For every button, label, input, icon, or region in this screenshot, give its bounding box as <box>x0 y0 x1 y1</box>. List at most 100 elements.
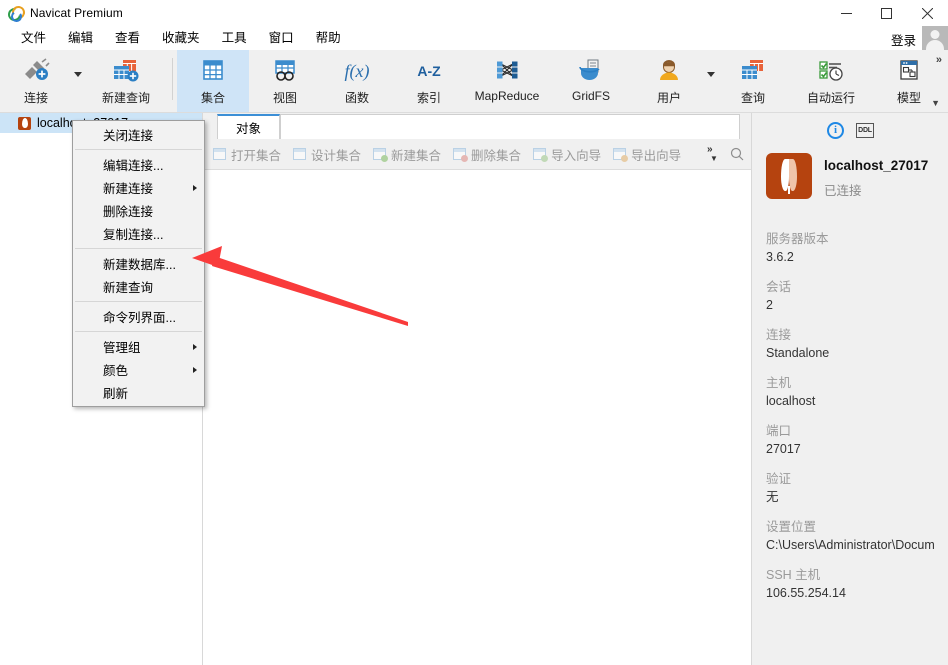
submenu-arrow-icon <box>193 367 197 373</box>
info-value: C:\Users\Administrator\Docum <box>766 536 948 554</box>
ctx-command-line[interactable]: 命令列界面... <box>73 305 204 328</box>
menu-window[interactable]: 窗口 <box>258 26 305 50</box>
info-value: 27017 <box>766 440 948 458</box>
toolbar-view-label: 视图 <box>273 89 297 106</box>
menu-help[interactable]: 帮助 <box>305 26 352 50</box>
info-value: Standalone <box>766 344 948 362</box>
info-circle-icon[interactable]: i <box>827 122 844 139</box>
toolbar-collection[interactable]: 集合 <box>177 50 249 112</box>
context-menu-separator <box>75 248 202 249</box>
info-row: 连接 Standalone <box>766 327 948 362</box>
design-collection-button[interactable]: 设计集合 <box>287 139 367 169</box>
toolbar-connection[interactable]: 连接 <box>0 50 72 112</box>
ctx-manage-group[interactable]: 管理组 <box>73 335 204 358</box>
new-collection-label: 新建集合 <box>391 145 441 164</box>
info-row: 端口 27017 <box>766 423 948 458</box>
menu-edit[interactable]: 编辑 <box>57 26 104 50</box>
toolbar-user-caret[interactable] <box>705 50 717 112</box>
info-value: 106.55.254.14 <box>766 584 948 602</box>
menu-file[interactable]: 文件 <box>10 26 57 50</box>
submenu-arrow-icon <box>193 185 197 191</box>
chevron-down-icon[interactable]: ▼ <box>931 98 940 108</box>
export-wizard-label: 导出向导 <box>631 145 681 164</box>
toolbar-function[interactable]: f(x) 函数 <box>321 50 393 112</box>
main-toolbar: 连接 <box>0 50 948 113</box>
ctx-color[interactable]: 颜色 <box>73 358 204 381</box>
toolbar-connection-caret[interactable] <box>72 50 84 112</box>
export-wizard-button[interactable]: 导出向导 <box>607 139 687 169</box>
delete-collection-button[interactable]: 删除集合 <box>447 139 527 169</box>
info-key: 会话 <box>766 279 948 296</box>
toolbar-view[interactable]: 视图 <box>249 50 321 112</box>
delete-collection-icon <box>453 148 467 161</box>
import-wizard-button[interactable]: 导入向导 <box>527 139 607 169</box>
object-toolbar-items: 打开集合 设计集合 新建集合 删除集合 导入向导 <box>207 139 687 169</box>
new-collection-button[interactable]: 新建集合 <box>367 139 447 169</box>
design-collection-icon <box>293 148 307 161</box>
menu-bar-items: 文件 编辑 查看 收藏夹 工具 窗口 帮助 <box>10 26 352 50</box>
login-link[interactable]: 登录 <box>891 30 916 49</box>
center-pane: 对象 打开集合 设计集合 新建集合 删除集合 <box>203 113 751 665</box>
toolbar-automation[interactable]: 自动运行 <box>789 50 873 112</box>
navicat-logo-icon <box>8 6 23 21</box>
svg-text:f(x): f(x) <box>345 61 370 82</box>
menu-tools[interactable]: 工具 <box>211 26 258 50</box>
search-icon[interactable] <box>725 139 749 169</box>
toolbar-gridfs[interactable]: GridFS <box>549 50 633 112</box>
info-panel-tabs: i DDL <box>752 117 948 143</box>
tab-strip-filler <box>280 114 740 139</box>
toolbar-function-label: 函数 <box>345 89 369 106</box>
object-list-body <box>203 170 751 665</box>
maximize-icon[interactable] <box>866 0 906 26</box>
toolbar-user-label: 用户 <box>657 89 681 106</box>
info-key: 主机 <box>766 375 948 392</box>
toolbar-connection-label: 连接 <box>24 89 48 106</box>
close-icon[interactable] <box>906 0 948 26</box>
ctx-delete-connection[interactable]: 删除连接 <box>73 199 204 222</box>
info-key: 验证 <box>766 471 948 488</box>
toolbar-new-query-label: 新建查询 <box>102 89 150 106</box>
info-panel-header: localhost_27017 已连接 <box>766 153 928 199</box>
menu-view[interactable]: 查看 <box>104 26 151 50</box>
navicat-window: Navicat Premium 文件 编辑 查看 收藏夹 工具 窗口 帮助 登录 <box>0 0 948 665</box>
info-row: 会话 2 <box>766 279 948 314</box>
object-toolbar: 打开集合 设计集合 新建集合 删除集合 导入向导 <box>203 139 751 170</box>
minimize-icon[interactable] <box>826 0 866 26</box>
ctx-new-connection-label: 新建连接 <box>103 178 153 197</box>
ctx-close-connection[interactable]: 关闭连接 <box>73 123 204 146</box>
ctx-edit-connection[interactable]: 编辑连接... <box>73 153 204 176</box>
ddl-icon[interactable]: DDL <box>856 123 874 138</box>
toolbar-mapreduce[interactable]: MapReduce <box>465 50 549 112</box>
menu-favorites[interactable]: 收藏夹 <box>151 26 211 50</box>
view-icon <box>270 55 300 87</box>
design-collection-label: 设计集合 <box>311 145 361 164</box>
ctx-new-connection[interactable]: 新建连接 <box>73 176 204 199</box>
tab-objects[interactable]: 对象 <box>217 114 280 139</box>
ctx-new-database[interactable]: 新建数据库... <box>73 252 204 275</box>
toolbar-mapreduce-label: MapReduce <box>475 89 540 103</box>
index-az-icon: A-Z <box>412 55 446 87</box>
ctx-copy-connection[interactable]: 复制连接... <box>73 222 204 245</box>
chevron-double-right-icon[interactable]: »▼ <box>703 139 723 169</box>
info-key: 连接 <box>766 327 948 344</box>
toolbar-index-label: 索引 <box>417 89 441 106</box>
window-title: Navicat Premium <box>30 6 123 20</box>
mongodb-leaf-icon <box>766 153 812 199</box>
toolbar-query[interactable]: 查询 <box>717 50 789 112</box>
object-toolbar-right: »▼ <box>703 139 749 169</box>
connection-info-panel: i DDL localhost_27017 已连接 服务器版本 3.6.2 会话… <box>751 113 948 665</box>
chevron-double-right-icon[interactable]: » <box>936 54 942 66</box>
toolbar-user[interactable]: 用户 <box>633 50 705 112</box>
import-wizard-label: 导入向导 <box>551 145 601 164</box>
login-area: 登录 <box>891 26 948 52</box>
ctx-refresh[interactable]: 刷新 <box>73 381 204 404</box>
open-collection-icon <box>213 148 227 161</box>
toolbar-new-query[interactable]: 新建查询 <box>84 50 168 112</box>
menu-bar: 文件 编辑 查看 收藏夹 工具 窗口 帮助 <box>0 26 948 50</box>
context-menu-separator <box>75 301 202 302</box>
context-menu-separator <box>75 331 202 332</box>
ctx-new-query[interactable]: 新建查询 <box>73 275 204 298</box>
open-collection-button[interactable]: 打开集合 <box>207 139 287 169</box>
user-avatar-icon[interactable] <box>922 26 948 52</box>
toolbar-index[interactable]: A-Z 索引 <box>393 50 465 112</box>
